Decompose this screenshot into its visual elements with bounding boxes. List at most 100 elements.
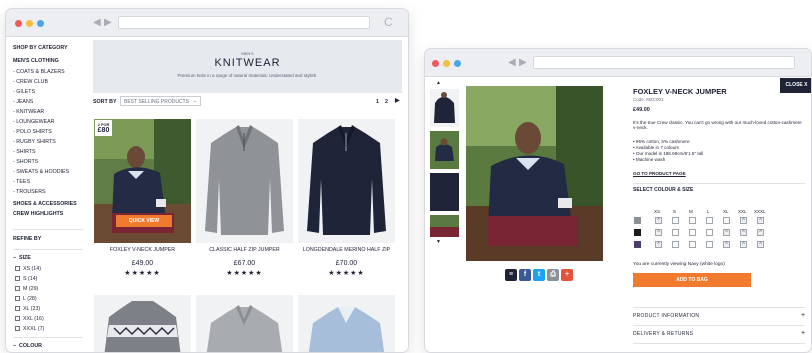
product-image[interactable] bbox=[94, 295, 191, 352]
product-name[interactable]: LONGDENDALE MERINO HALF ZIP bbox=[298, 247, 395, 253]
size-option-l[interactable]: L (28) bbox=[15, 296, 37, 302]
sidebar-item-jeans[interactable]: - JEANS bbox=[13, 99, 33, 105]
checkbox[interactable] bbox=[15, 306, 20, 311]
sidebar-item-shirts[interactable]: - SHIRTS bbox=[13, 149, 36, 155]
maximize-dot[interactable] bbox=[37, 20, 44, 27]
size-cell[interactable] bbox=[689, 229, 696, 236]
sidebar-item-polo[interactable]: - POLO SHIRTS bbox=[13, 129, 52, 135]
size-option-xl[interactable]: XL (23) bbox=[15, 306, 40, 312]
checkbox[interactable] bbox=[15, 276, 20, 281]
size-cell[interactable] bbox=[757, 216, 764, 224]
size-cell[interactable] bbox=[689, 241, 696, 248]
layers-icon[interactable]: ≡ bbox=[505, 269, 517, 281]
size-filter-heading[interactable]: − SIZE bbox=[13, 255, 31, 261]
page-2-link[interactable]: 2 bbox=[385, 99, 388, 105]
mens-clothing-link[interactable]: MEN'S CLOTHING bbox=[13, 58, 59, 64]
reload-icon[interactable]: C bbox=[384, 15, 393, 29]
back-icon[interactable]: ◀ bbox=[508, 57, 516, 68]
size-cell[interactable] bbox=[723, 217, 730, 224]
size-cell[interactable] bbox=[655, 240, 662, 248]
colour-swatch-purple[interactable] bbox=[634, 241, 641, 248]
size-cell[interactable] bbox=[672, 241, 679, 248]
expand-plus-icon[interactable]: + bbox=[801, 312, 805, 320]
checkbox[interactable] bbox=[15, 266, 20, 271]
product-image[interactable] bbox=[298, 119, 395, 243]
colour-swatch-grey[interactable] bbox=[634, 217, 641, 224]
thumbnail[interactable] bbox=[430, 89, 459, 127]
size-option-m[interactable]: M (29) bbox=[15, 286, 38, 292]
thumbnail[interactable] bbox=[430, 131, 459, 169]
sidebar-item-loungewear[interactable]: - LOUNGEWEAR bbox=[13, 119, 55, 125]
size-cell[interactable] bbox=[740, 240, 747, 248]
sidebar-item-crew-club[interactable]: - CREW CLUB bbox=[13, 79, 48, 85]
size-cell[interactable] bbox=[723, 240, 730, 248]
sidebar-item-knitwear[interactable]: - KNITWEAR bbox=[13, 109, 44, 115]
thumbnail[interactable] bbox=[430, 215, 459, 237]
size-cell[interactable] bbox=[740, 216, 747, 224]
add-to-bag-button[interactable]: ADD TO BAG bbox=[633, 273, 751, 287]
checkbox[interactable] bbox=[15, 316, 20, 321]
shoes-accessories-link[interactable]: SHOES & ACCESSORIES bbox=[13, 201, 77, 207]
size-option-s[interactable]: S (14) bbox=[15, 276, 37, 282]
size-option-xxxl[interactable]: XXXL (7) bbox=[15, 326, 44, 332]
product-image[interactable] bbox=[298, 295, 395, 352]
sidebar-item-rugby[interactable]: - RUGBY SHIRTS bbox=[13, 139, 56, 145]
chevron-right-icon[interactable]: ▶ bbox=[395, 98, 400, 105]
sort-select[interactable]: BEST SELLING PRODUCTS ⌄ bbox=[120, 96, 201, 106]
size-cell[interactable] bbox=[723, 228, 730, 236]
size-cell[interactable] bbox=[706, 241, 713, 248]
size-cell[interactable] bbox=[689, 217, 696, 224]
forward-icon[interactable]: ▶ bbox=[104, 17, 112, 28]
product-name[interactable]: CLASSIC HALF ZIP JUMPER bbox=[196, 247, 293, 253]
checkbox[interactable] bbox=[15, 296, 20, 301]
quick-view-button[interactable]: QUICK VIEW bbox=[116, 215, 172, 227]
size-option-xxl[interactable]: XXL (16) bbox=[15, 316, 44, 322]
size-cell[interactable] bbox=[706, 217, 713, 224]
print-icon[interactable]: ⎙ bbox=[547, 269, 559, 281]
checkbox[interactable] bbox=[15, 326, 20, 331]
sidebar-item-shorts[interactable]: - SHORTS bbox=[13, 159, 38, 165]
close-dot[interactable] bbox=[15, 20, 22, 27]
go-to-product-page-link[interactable]: GO TO PRODUCT PAGE bbox=[633, 171, 686, 176]
twitter-icon[interactable]: t bbox=[533, 269, 545, 281]
back-icon[interactable]: ◀ bbox=[93, 17, 101, 28]
close-button[interactable]: CLOSE X bbox=[780, 78, 811, 93]
facebook-icon[interactable]: f bbox=[519, 269, 531, 281]
thumbnail[interactable] bbox=[430, 173, 459, 211]
product-image[interactable] bbox=[196, 119, 293, 243]
size-cell[interactable] bbox=[757, 240, 764, 248]
crew-highlights-link[interactable]: CREW HIGHLIGHTS bbox=[13, 211, 63, 217]
page-1-link[interactable]: 1 bbox=[376, 99, 379, 105]
address-bar[interactable] bbox=[533, 56, 795, 69]
size-cell[interactable] bbox=[757, 228, 764, 236]
expand-plus-icon[interactable]: + bbox=[801, 330, 805, 338]
size-cell[interactable] bbox=[706, 229, 713, 236]
size-cell[interactable] bbox=[740, 228, 747, 236]
minimize-dot[interactable] bbox=[443, 60, 450, 67]
size-cell[interactable] bbox=[672, 229, 679, 236]
product-information-accordion[interactable]: PRODUCT INFORMATION bbox=[633, 313, 699, 320]
plus-icon[interactable]: + bbox=[561, 269, 573, 281]
colour-swatch-black[interactable] bbox=[634, 229, 641, 236]
chevron-down-icon[interactable]: ▼ bbox=[436, 239, 441, 245]
colour-filter-heading[interactable]: − COLOUR bbox=[13, 343, 42, 349]
address-bar[interactable] bbox=[118, 16, 370, 29]
product-name[interactable]: FOXLEY V-NECK JUMPER bbox=[94, 247, 191, 253]
maximize-dot[interactable] bbox=[454, 60, 461, 67]
checkbox[interactable] bbox=[15, 286, 20, 291]
main-product-image[interactable] bbox=[466, 86, 603, 261]
sidebar-item-gilets[interactable]: - GILETS bbox=[13, 89, 35, 95]
forward-icon[interactable]: ▶ bbox=[519, 57, 527, 68]
delivery-returns-accordion[interactable]: DELIVERY & RETURNS bbox=[633, 331, 693, 338]
product-image[interactable] bbox=[196, 295, 293, 352]
close-dot[interactable] bbox=[432, 60, 439, 67]
product-image[interactable]: 2 FOR £80 QUICK VIEW bbox=[94, 119, 191, 243]
sidebar-item-trousers[interactable]: - TROUSERS bbox=[13, 189, 46, 195]
sidebar-item-sweats[interactable]: - SWEATS & HOODIES bbox=[13, 169, 69, 175]
size-cell[interactable] bbox=[655, 228, 662, 236]
sidebar-item-tees[interactable]: - TEES bbox=[13, 179, 30, 185]
size-option-xs[interactable]: XS (14) bbox=[15, 266, 41, 272]
minimize-dot[interactable] bbox=[26, 20, 33, 27]
size-cell[interactable] bbox=[655, 216, 662, 224]
size-cell[interactable] bbox=[672, 217, 679, 224]
